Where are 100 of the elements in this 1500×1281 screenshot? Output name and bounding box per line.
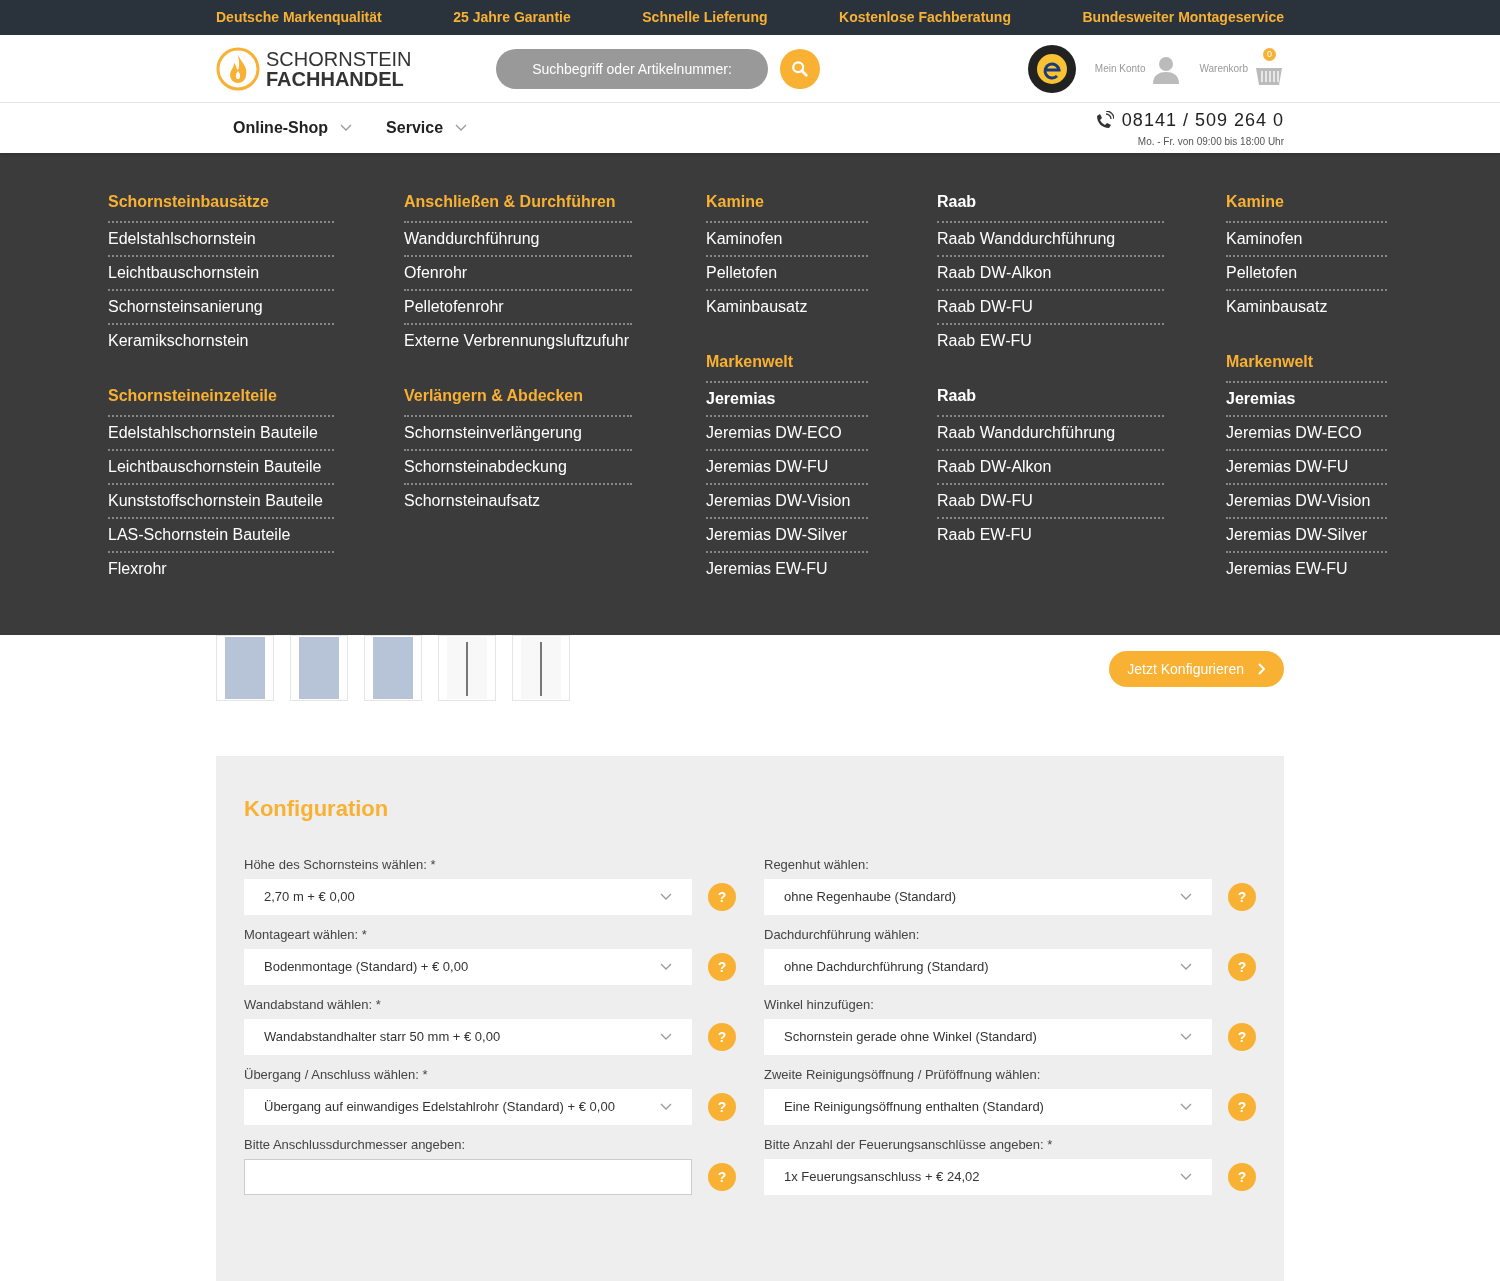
photo-thumbnail[interactable] (216, 635, 274, 701)
menu-link[interactable]: Jeremias DW-Vision (706, 485, 868, 519)
photo-thumbnail[interactable] (364, 635, 422, 701)
menu-link[interactable]: LAS-Schornstein Bauteile (108, 519, 334, 553)
menu-group-heading[interactable]: Markenwelt (706, 351, 868, 383)
menu-group-heading[interactable]: Schornsteineinzelteile (108, 385, 334, 417)
menu-link[interactable]: Kaminbausatz (1226, 291, 1387, 325)
menu-link[interactable]: Externe Verbrennungsluftzufuhr (404, 325, 632, 359)
chevron-down-icon (660, 963, 672, 971)
select-dropdown[interactable]: Schornstein gerade ohne Winkel (Standard) (764, 1019, 1212, 1055)
usp-text: Deutsche Markenqualität (216, 8, 382, 27)
nav-menu-item[interactable]: Service (369, 108, 485, 148)
field-label: Winkel hinzufügen: (764, 996, 875, 1014)
search-field[interactable]: Suchbegriff oder Artikelnummer: (496, 48, 768, 89)
menu-group-heading[interactable]: Markenwelt (1226, 351, 1387, 383)
phone-number: 08141 / 509 264 0 (1121, 109, 1284, 132)
logo-text: FACHHANDEL (266, 68, 405, 89)
logo-text: SCHORNSTEIN (266, 48, 412, 69)
select-dropdown[interactable]: Eine Reinigungsöffnung enthalten (Standard) (764, 1089, 1212, 1125)
chevron-down-icon (1180, 1033, 1192, 1041)
chevron-down-icon (660, 893, 672, 901)
field-label: Montageart wählen: * (244, 926, 368, 944)
menu-link[interactable]: Jeremias DW-FU (706, 451, 868, 485)
menu-link[interactable]: Jeremias DW-ECO (706, 417, 868, 451)
chevron-down-icon (1180, 1173, 1192, 1181)
menu-link[interactable]: Raab EW-FU (937, 519, 1164, 553)
menu-link[interactable]: Raab DW-Alkon (937, 451, 1164, 485)
photo-thumbnail[interactable] (512, 635, 570, 701)
menu-link[interactable]: Schornsteinabdeckung (404, 451, 632, 485)
field-label: Dachdurchführung wählen: (764, 926, 921, 944)
menu-group-heading[interactable]: Kamine (706, 191, 868, 223)
field-label: Bitte Anschlussdurchmesser angeben: (244, 1136, 467, 1154)
menu-link[interactable]: Kunststoffschornstein Bauteile (108, 485, 334, 519)
menu-link[interactable]: Pelletofenrohr (404, 291, 632, 325)
search-button[interactable] (780, 48, 820, 89)
select-dropdown[interactable]: Übergang auf einwandiges Edelstahlrohr (Standard) + € 0,00 (244, 1089, 692, 1125)
input-field[interactable] (244, 1159, 692, 1195)
menu-link[interactable]: Leichtbauschornstein (108, 257, 334, 291)
photo-thumbnail[interactable] (290, 635, 348, 701)
menu-link[interactable]: Jeremias DW-Vision (1226, 485, 1387, 519)
menu-group-heading[interactable]: Raab (937, 191, 1164, 223)
menu-link[interactable]: Pelletofen (706, 257, 868, 291)
menu-link[interactable]: Jeremias DW-Silver (1226, 519, 1387, 553)
photo-thumbnail[interactable] (438, 635, 496, 701)
chevron-down-icon (1180, 893, 1192, 901)
menu-link[interactable]: Ofenrohr (404, 257, 632, 291)
chevron-down-icon (1180, 963, 1192, 971)
menu-group-heading[interactable]: Raab (937, 385, 1164, 417)
menu-link[interactable]: Kaminbausatz (706, 291, 868, 325)
menu-link[interactable]: Kaminofen (1226, 223, 1387, 257)
menu-link[interactable]: Jeremias EW-FU (706, 553, 868, 587)
menu-link[interactable]: Schornsteinsanierung (108, 291, 334, 325)
chevron-down-icon (340, 124, 353, 132)
menu-link[interactable]: Jeremias EW-FU (1226, 553, 1387, 587)
menu-link[interactable]: Schornsteinaufsatz (404, 485, 632, 519)
menu-link[interactable]: Keramikschornstein (108, 325, 334, 359)
chevron-right-icon[interactable] (1258, 663, 1266, 675)
menu-link[interactable]: Edelstahlschornstein Bauteile (108, 417, 334, 451)
usp-text: Kostenlose Fachberatung (839, 8, 1011, 27)
select-dropdown[interactable]: 1x Feuerungsanschluss + € 24,02 (764, 1159, 1212, 1195)
chevron-down-icon (1180, 1103, 1192, 1111)
menu-link[interactable]: Edelstahlschornstein (108, 223, 334, 257)
select-dropdown[interactable]: 2,70 m + € 0,00 (244, 879, 692, 915)
menu-link[interactable]: Pelletofen (1226, 257, 1387, 291)
menu-link[interactable]: Jeremias DW-Silver (706, 519, 868, 553)
field-label: Wandabstand wählen: * (244, 996, 382, 1014)
field-label: Zweite Reinigungsöffnung / Prüföffnung wählen: (764, 1066, 1042, 1084)
menu-link[interactable]: Kaminofen (706, 223, 868, 257)
search-icon[interactable] (791, 59, 809, 78)
menu-link[interactable]: Raab DW-Alkon (937, 257, 1164, 291)
menu-group-heading[interactable]: Verlängern & Abdecken (404, 385, 632, 417)
select-dropdown[interactable]: ohne Dachdurchführung (Standard) (764, 949, 1212, 985)
menu-link[interactable]: Leichtbauschornstein Bauteile (108, 451, 334, 485)
nav-menu-item[interactable]: Online-Shop (216, 108, 370, 148)
menu-link[interactable]: Jeremias DW-FU (1226, 451, 1387, 485)
menu-link[interactable]: Raab DW-FU (937, 485, 1164, 519)
select-dropdown[interactable]: ohne Regenhaube (Standard) (764, 879, 1212, 915)
usp-text: Bundesweiter Montageservice (1082, 8, 1284, 27)
select-dropdown[interactable]: Wandabstandhalter starr 50 mm + € 0,00 (244, 1019, 692, 1055)
trust-seal-icon[interactable] (1026, 43, 1077, 94)
menu-link[interactable]: Raab Wanddurchführung (937, 223, 1164, 257)
menu-group-heading[interactable]: Schornsteinbausätze (108, 191, 334, 223)
field-label: Regenhut wählen: (764, 856, 870, 874)
menu-group-heading[interactable]: Kamine (1226, 191, 1387, 223)
cart-count-badge: 0 (1263, 47, 1276, 61)
chevron-down-icon (660, 1033, 672, 1041)
menu-link[interactable]: Jeremias (1226, 383, 1387, 417)
menu-link[interactable]: Raab DW-FU (937, 291, 1164, 325)
menu-group-heading[interactable]: Anschließen & Durchführen (404, 191, 632, 223)
menu-link[interactable]: Jeremias DW-ECO (1226, 417, 1387, 451)
menu-link[interactable]: Schornsteinverlängerung (404, 417, 632, 451)
flame-logo-icon (216, 46, 260, 91)
field-label: Bitte Anzahl der Feuerungsanschlüsse angeben: * (764, 1136, 1054, 1154)
menu-link[interactable]: Flexrohr (108, 553, 334, 587)
section-title: Konfiguration (244, 795, 390, 823)
menu-link[interactable]: Raab EW-FU (937, 325, 1164, 359)
menu-link[interactable]: Raab Wanddurchführung (937, 417, 1164, 451)
menu-link[interactable]: Wanddurchführung (404, 223, 632, 257)
menu-link[interactable]: Jeremias (706, 383, 868, 417)
select-dropdown[interactable]: Bodenmontage (Standard) + € 0,00 (244, 949, 692, 985)
